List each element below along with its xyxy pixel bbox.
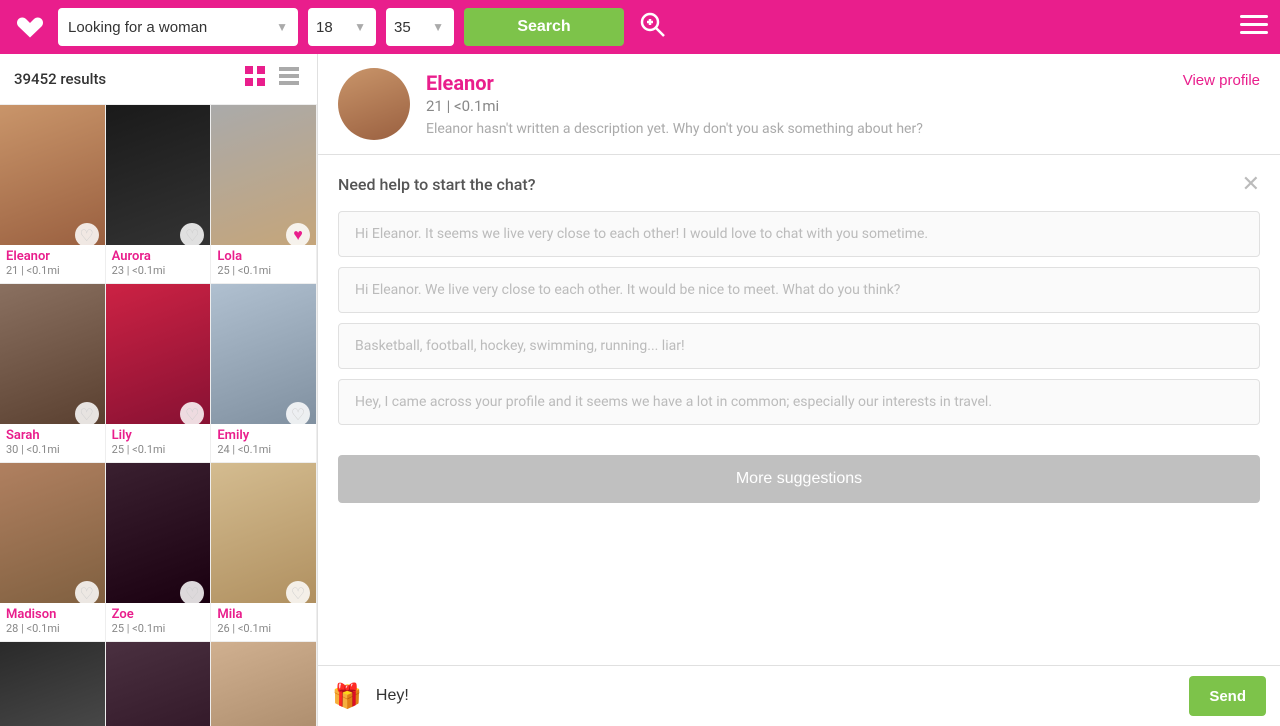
profile-card-age: 28 | <0.1mi (6, 622, 99, 635)
heart-logo-icon[interactable] (12, 9, 48, 45)
search-button[interactable]: Search (464, 8, 624, 46)
looking-for-dropdown[interactable]: Looking for a woman Looking for a man (68, 19, 288, 36)
profile-age-dist: 21 | <0.1mi (426, 97, 1167, 115)
message-input[interactable] (372, 679, 1179, 713)
topbar: Looking for a woman Looking for a man ▼ … (0, 0, 1280, 54)
profile-card-name: Sarah (6, 428, 99, 443)
favorite-button[interactable]: ♡ (75, 581, 99, 605)
profile-description: Eleanor hasn't written a description yet… (426, 121, 1167, 137)
suggestions-panel: Need help to start the chat? ✕ Hi Eleano… (318, 155, 1280, 445)
view-profile-button[interactable]: View profile (1183, 72, 1260, 89)
profile-card[interactable]: ♥ Grace 24 | <0.1mi (0, 642, 106, 726)
send-button[interactable]: Send (1189, 676, 1266, 716)
profile-card-name: Lily (112, 428, 205, 443)
profile-card-age: 26 | <0.1mi (217, 622, 310, 635)
suggestions-list: Hi Eleanor. It seems we live very close … (338, 211, 1260, 425)
profile-card-info: Lola 25 | <0.1mi (211, 245, 316, 283)
profile-card[interactable]: ♡ Emily 24 | <0.1mi (211, 284, 317, 463)
suggestion-item[interactable]: Hey, I came across your profile and it s… (338, 379, 1260, 425)
profile-card-name: Aurora (112, 249, 205, 264)
profile-card[interactable]: ♡ Mila 26 | <0.1mi (211, 463, 317, 642)
profile-grid: ♡ Eleanor 21 | <0.1mi ♡ Aurora 23 | <0.1… (0, 105, 317, 726)
profile-name: Eleanor (426, 71, 1167, 95)
favorite-button[interactable]: ♥ (286, 223, 310, 247)
favorite-button[interactable]: ♡ (75, 402, 99, 426)
profile-card-info: Sarah 30 | <0.1mi (0, 424, 105, 462)
view-toggle (241, 64, 303, 94)
profile-card-age: 25 | <0.1mi (112, 443, 205, 456)
looking-for-select[interactable]: Looking for a woman Looking for a man ▼ (58, 8, 298, 46)
profile-card[interactable]: ♡ Madison 28 | <0.1mi (0, 463, 106, 642)
profile-card-info: Eleanor 21 | <0.1mi (0, 245, 105, 283)
profile-card-name: Eleanor (6, 249, 99, 264)
suggestion-item[interactable]: Hi Eleanor. We live very close to each o… (338, 267, 1260, 313)
list-view-button[interactable] (275, 64, 303, 94)
profile-card-name: Madison (6, 607, 99, 622)
suggestion-item[interactable]: Basketball, football, hockey, swimming, … (338, 323, 1260, 369)
profile-card-name: Zoe (112, 607, 205, 622)
main-content: Eleanor 21 | <0.1mi Eleanor hasn't writt… (318, 54, 1280, 726)
sidebar-header: 39452 results (0, 54, 317, 105)
suggestion-item[interactable]: Hi Eleanor. It seems we live very close … (338, 211, 1260, 257)
profile-card-name: Emily (217, 428, 310, 443)
profile-card-age: 25 | <0.1mi (217, 264, 310, 277)
profile-card[interactable]: ♡ Eleanor 21 | <0.1mi (0, 105, 106, 284)
profile-card-image (211, 642, 316, 726)
profile-card-info: Zoe 25 | <0.1mi (106, 603, 211, 641)
grid-view-button[interactable] (241, 64, 269, 94)
profile-card[interactable]: ♥ Claire 27 | <0.1mi (211, 642, 317, 726)
results-count: 39452 results (14, 70, 106, 88)
profile-card-info: Lily 25 | <0.1mi (106, 424, 211, 462)
profile-card[interactable]: ♡ Zoe 25 | <0.1mi (106, 463, 212, 642)
profile-card-age: 23 | <0.1mi (112, 264, 205, 277)
suggestions-close-button[interactable]: ✕ (1242, 173, 1260, 195)
zoom-search-icon[interactable] (638, 10, 666, 44)
more-suggestions-button[interactable]: More suggestions (338, 455, 1260, 503)
avatar-image (338, 68, 410, 140)
menu-icon[interactable] (1240, 13, 1268, 41)
age-min-select[interactable]: 1819202122 2530 ▼ (308, 8, 376, 46)
profile-card[interactable]: ♡ Amelia 30 | <0.1mi (106, 642, 212, 726)
chat-area: Need help to start the chat? ✕ Hi Eleano… (318, 155, 1280, 665)
profile-card-image (0, 642, 105, 726)
profile-card-name: Lola (217, 249, 310, 264)
profile-card-age: 25 | <0.1mi (112, 622, 205, 635)
age-max-dropdown[interactable]: 3035404550 (394, 19, 446, 36)
age-max-select[interactable]: 3035404550 ▼ (386, 8, 454, 46)
profile-card-info: Madison 28 | <0.1mi (0, 603, 105, 641)
profile-card[interactable]: ♡ Lily 25 | <0.1mi (106, 284, 212, 463)
suggestions-title: Need help to start the chat? (338, 175, 535, 194)
active-profile-header: Eleanor 21 | <0.1mi Eleanor hasn't writt… (318, 54, 1280, 155)
profile-info: Eleanor 21 | <0.1mi Eleanor hasn't writt… (426, 71, 1167, 137)
main-layout: 39452 results ♡ (0, 54, 1280, 726)
sidebar: 39452 results ♡ (0, 54, 318, 726)
profile-card-info: Emily 24 | <0.1mi (211, 424, 316, 462)
suggestions-header: Need help to start the chat? ✕ (338, 173, 1260, 195)
profile-card-age: 30 | <0.1mi (6, 443, 99, 456)
favorite-button[interactable]: ♡ (75, 223, 99, 247)
profile-card-image (106, 642, 211, 726)
gift-icon[interactable]: 🎁 (332, 682, 362, 710)
profile-card-age: 21 | <0.1mi (6, 264, 99, 277)
profile-card-age: 24 | <0.1mi (217, 443, 310, 456)
age-min-dropdown[interactable]: 1819202122 2530 (316, 19, 368, 36)
profile-card[interactable]: ♡ Sarah 30 | <0.1mi (0, 284, 106, 463)
profile-card-info: Mila 26 | <0.1mi (211, 603, 316, 641)
avatar (338, 68, 410, 140)
profile-card[interactable]: ♥ Lola 25 | <0.1mi (211, 105, 317, 284)
favorite-button[interactable]: ♡ (286, 581, 310, 605)
message-input-area: 🎁 Send (318, 665, 1280, 726)
profile-card-info: Aurora 23 | <0.1mi (106, 245, 211, 283)
profile-card[interactable]: ♡ Aurora 23 | <0.1mi (106, 105, 212, 284)
favorite-button[interactable]: ♡ (286, 402, 310, 426)
profile-card-name: Mila (217, 607, 310, 622)
